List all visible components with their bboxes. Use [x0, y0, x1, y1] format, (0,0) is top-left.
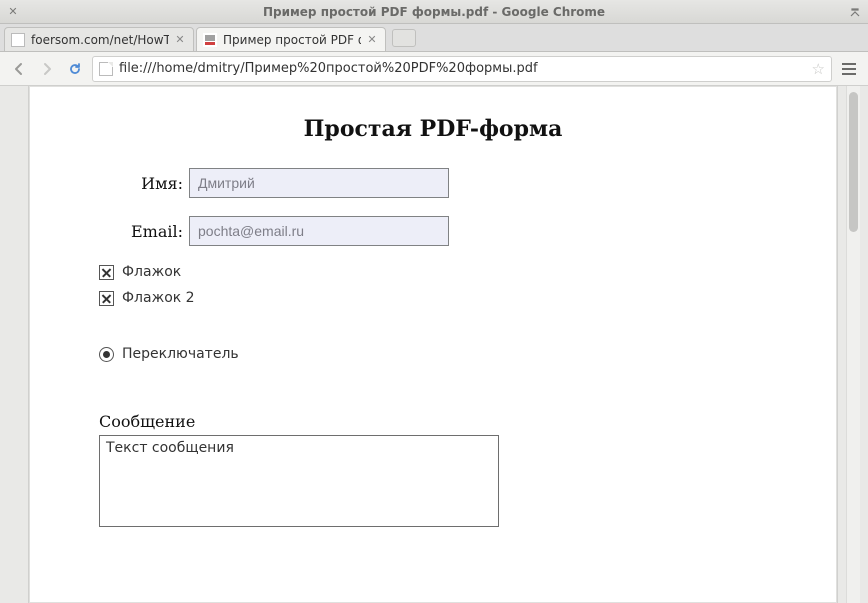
reload-button[interactable]: [64, 58, 86, 80]
tab-close-button[interactable]: ✕: [365, 33, 379, 47]
email-input[interactable]: [189, 216, 449, 246]
tab-pdf[interactable]: Пример простой PDF фо ✕: [196, 27, 386, 51]
checkbox-1[interactable]: [99, 265, 114, 280]
tab-strip: foersom.com/net/HowTo/ ✕ Пример простой …: [0, 24, 868, 52]
message-label: Сообщение: [99, 412, 767, 431]
address-bar[interactable]: ☆: [92, 56, 832, 82]
checkbox-2[interactable]: [99, 291, 114, 306]
tab-close-button[interactable]: ✕: [173, 33, 187, 47]
file-icon: [99, 62, 113, 76]
window-close-button[interactable]: ✕: [6, 5, 20, 19]
name-input[interactable]: [189, 168, 449, 198]
tab-foersom[interactable]: foersom.com/net/HowTo/ ✕: [4, 27, 194, 51]
viewport: Простая PDF-форма Имя: Email: Флажок Фла…: [0, 86, 868, 603]
window-maximize-button[interactable]: [848, 5, 862, 19]
bookmark-star-icon[interactable]: ☆: [812, 60, 825, 78]
tab-label: foersom.com/net/HowTo/: [31, 33, 169, 47]
window-title: Пример простой PDF формы.pdf - Google Ch…: [6, 5, 862, 19]
page-heading: Простая PDF-форма: [99, 116, 767, 142]
scrollbar-thumb[interactable]: [849, 92, 858, 232]
page-favicon-icon: [11, 33, 25, 47]
new-tab-button[interactable]: [392, 29, 416, 47]
radio-1-label: Переключатель: [122, 346, 239, 362]
menu-button[interactable]: [838, 58, 860, 80]
url-input[interactable]: [119, 61, 806, 76]
vertical-scrollbar[interactable]: [846, 86, 860, 603]
tab-label: Пример простой PDF фо: [223, 33, 361, 47]
message-textarea[interactable]: [99, 435, 499, 527]
browser-toolbar: ☆: [0, 52, 868, 86]
checkbox-2-label: Флажок 2: [122, 290, 195, 306]
window-titlebar: ✕ Пример простой PDF формы.pdf - Google …: [0, 0, 868, 24]
email-label: Email:: [99, 222, 189, 241]
pdf-page: Простая PDF-форма Имя: Email: Флажок Фла…: [28, 86, 838, 603]
name-label: Имя:: [99, 174, 189, 193]
radio-1[interactable]: [99, 347, 114, 362]
forward-button[interactable]: [36, 58, 58, 80]
pdf-favicon-icon: [203, 33, 217, 47]
checkbox-1-label: Флажок: [122, 264, 181, 280]
back-button[interactable]: [8, 58, 30, 80]
